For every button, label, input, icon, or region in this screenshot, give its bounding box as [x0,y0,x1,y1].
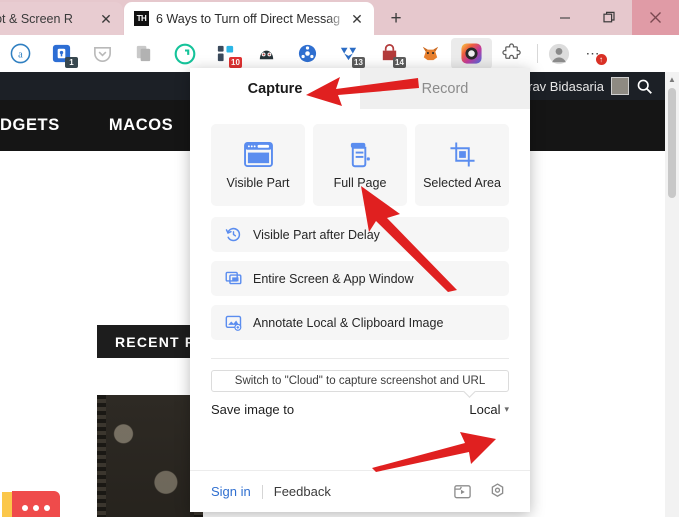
popup-tab-bar: Capture Record [190,68,530,109]
scroll-up-arrow-icon[interactable]: ▲ [665,72,679,87]
tab-strip: enshot & Screen R ✕ TH 6 Ways to Turn of… [0,0,520,35]
site-username: rav Bidasaria [528,78,604,94]
site-nav-item-0[interactable]: DGETS [0,116,60,135]
option-entire-screen-app-window[interactable]: Entire Screen & App Window [211,261,509,296]
extension-toolbar: a 1 10 13 14 ⋯ ↑ [0,35,679,72]
image-annotate-icon [224,314,242,332]
browser-window-icon [243,141,273,169]
browser-titlebar: enshot & Screen R ✕ TH 6 Ways to Turn of… [0,0,679,35]
honey-icon[interactable]: 14 [369,38,410,69]
option-visible-part-after-delay[interactable]: Visible Part after Delay [211,217,509,252]
honey-badge: 14 [393,57,406,68]
update-badge: ↑ [596,54,607,65]
browser-window: rav Bidasaria DGETS MACOS L RECENT PO ▲ [0,0,679,517]
tab-title-fade-1 [326,2,348,35]
new-tab-button[interactable]: + [384,7,408,31]
amazon-assistant-icon[interactable]: a [0,38,41,69]
chevron-down-icon: ▾ [504,404,509,414]
screenshot-extension-popup: Capture Record Visible Part Full Page Se… [190,68,530,512]
clipboard-icon[interactable] [123,38,164,69]
footer-divider [261,484,263,499]
trello-badge: 10 [229,57,242,68]
site-nav-item-1[interactable]: MACOS [109,116,173,135]
tab-title-fade-0 [75,2,97,35]
card-visible-part[interactable]: Visible Part [211,124,305,206]
popup-divider [211,358,509,359]
grammarly-icon[interactable] [164,38,205,69]
crop-icon [449,141,476,169]
capture-option-list: Visible Part after Delay Entire Screen &… [190,206,530,340]
browser-menu-button[interactable]: ⋯ ↑ [576,38,610,69]
search-icon[interactable] [636,78,653,95]
mailtrack-badge: 13 [352,57,365,68]
option-label-1: Entire Screen & App Window [253,271,414,286]
page-scrollbar[interactable]: ▲ [665,72,679,517]
clock-delay-icon [224,226,242,244]
maximize-restore-button[interactable] [587,0,632,35]
save-destination-value: Local [469,402,501,417]
ghost-browser-icon[interactable] [287,38,328,69]
window-controls [542,0,679,35]
capture-mode-cards: Visible Part Full Page Selected Area [190,109,530,206]
feedback-link[interactable]: Feedback [274,484,331,499]
option-label-2: Annotate Local & Clipboard Image [253,315,444,330]
card-label-selected-area: Selected Area [423,175,501,190]
post-thumbnail[interactable] [97,395,203,517]
mailtrack-icon[interactable]: 13 [328,38,369,69]
tab-favicon-icon: TH [134,11,149,26]
thumbnail-edge-left [97,395,106,517]
gallery-folder-icon[interactable] [450,480,474,504]
browser-tab-active[interactable]: TH 6 Ways to Turn off Direct Messag ✕ [124,2,374,35]
browser-tab-inactive[interactable]: enshot & Screen R ✕ [0,2,123,35]
site-avatar [611,77,629,95]
card-selected-area[interactable]: Selected Area [415,124,509,206]
extensions-puzzle-icon[interactable] [492,38,533,69]
awesome-screenshot-icon[interactable] [451,38,492,69]
popup-footer: Sign in Feedback [190,470,530,512]
card-label-full-page: Full Page [333,175,387,190]
chat-dot-2 [33,504,39,511]
chat-dot-3 [44,504,50,511]
gear-icon[interactable] [485,480,509,504]
profile-avatar-button[interactable] [542,38,576,69]
card-label-visible-part: Visible Part [226,175,290,190]
chat-dot-1 [22,504,28,511]
save-destination-dropdown[interactable]: Local ▾ [469,402,509,417]
save-image-to-row: Save image to Local ▾ [211,402,509,417]
tab-close-icon-1[interactable]: ✕ [348,10,366,28]
tab-capture[interactable]: Capture [190,68,360,109]
card-full-page[interactable]: Full Page [313,124,407,206]
tab-title-1: 6 Ways to Turn off Direct Messag [156,11,341,26]
tab-record[interactable]: Record [360,68,530,109]
svg-text:a: a [18,49,23,60]
monitor-window-icon [224,270,242,288]
save-image-to-label: Save image to [211,402,295,417]
pocket-icon[interactable] [82,38,123,69]
lastpass-badge: 1 [65,57,78,68]
cloud-switch-tooltip: Switch to "Cloud" to capture screenshot … [211,370,509,392]
toolbar-divider [537,44,538,63]
tab-close-icon-0[interactable]: ✕ [97,10,115,28]
option-label-0: Visible Part after Delay [253,227,380,242]
lastpass-icon[interactable]: 1 [41,38,82,69]
option-annotate-local-clipboard-image[interactable]: Annotate Local & Clipboard Image [211,305,509,340]
close-window-button[interactable] [632,0,679,35]
sign-in-link[interactable]: Sign in [211,484,251,499]
scrollbar-thumb[interactable] [668,88,676,198]
dark-reader-icon[interactable] [246,38,287,69]
metamask-fox-icon[interactable] [410,38,451,69]
minimize-button[interactable] [542,0,587,35]
scroll-document-icon [347,141,374,169]
trello-icon[interactable]: 10 [205,38,246,69]
chat-widget-button[interactable] [12,491,60,517]
